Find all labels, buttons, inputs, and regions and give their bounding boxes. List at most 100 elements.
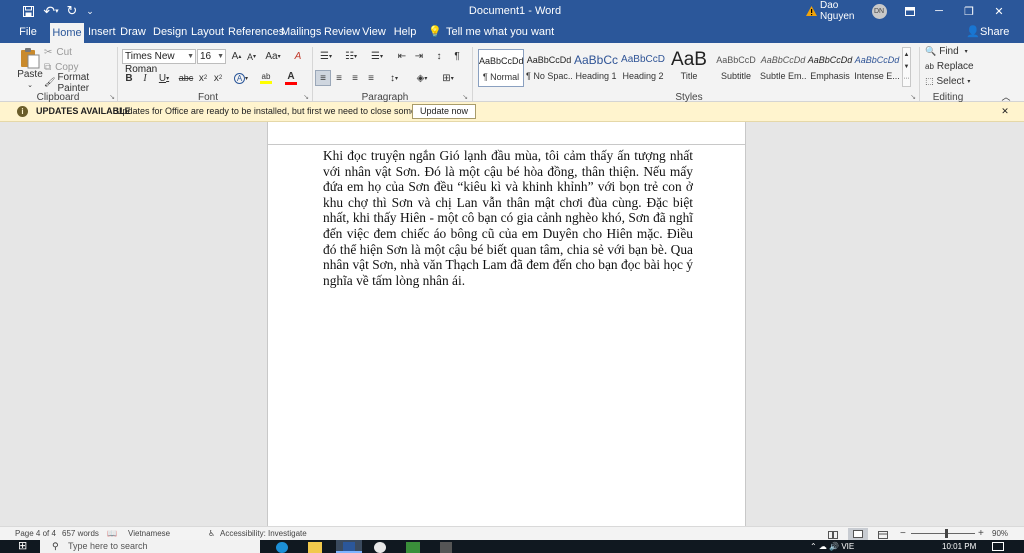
update-now-button[interactable]: Update now [412,104,476,119]
style-intense-emphasis[interactable]: AaBbCcDd Intense E... [854,49,900,87]
page-count[interactable]: Page 4 of 4 [15,527,56,541]
read-mode-icon[interactable] [828,530,838,539]
styles-dialog-launcher[interactable]: ↘ [909,93,917,101]
shrink-font-button[interactable]: A ▾ [245,49,258,64]
italic-button[interactable]: I [139,71,151,85]
clear-formatting-button[interactable]: A [290,49,306,64]
tab-mailings[interactable]: Mailings [281,22,321,43]
zoom-in-button[interactable]: + [978,527,984,541]
sort-button[interactable]: ↕ [432,49,446,63]
proofing-icon[interactable]: 📖 [107,527,117,541]
superscript-button[interactable]: x2 [211,71,225,85]
font-name-combo[interactable]: Times New Roman ▼ [122,49,196,75]
ribbon-display-options-button[interactable] [900,0,920,22]
tab-view[interactable]: View [362,22,386,43]
system-tray[interactable]: ⌃ ☁ 🔊 VIE [810,540,854,553]
style-no-spacing[interactable]: AaBbCcDd ¶ No Spac... [526,49,572,87]
justify-button[interactable]: ≡ [364,71,378,85]
clipboard-dialog-launcher[interactable]: ↘ [108,93,116,101]
underline-button[interactable]: U ▾ [155,71,173,85]
zoom-out-button[interactable]: − [900,527,906,541]
shading-button[interactable]: ◈ ▾ [412,71,432,85]
tab-review[interactable]: Review [324,22,360,43]
save-button[interactable] [20,0,36,22]
style-heading-2[interactable]: AaBbCcD Heading 2 [620,49,666,87]
tab-layout[interactable]: Layout [191,22,224,43]
word-taskbar-icon[interactable] [336,540,362,553]
undo-button[interactable]: ↶ ▾ [40,0,62,22]
start-button[interactable]: ⊞ [18,540,27,553]
style-heading-1[interactable]: AaBbCc Heading 1 [573,49,619,87]
change-case-button[interactable]: Aa ▾ [262,49,284,64]
tab-help[interactable]: Help [393,22,417,43]
web-layout-icon[interactable] [878,530,888,539]
align-left-button[interactable]: ≡ [315,70,331,86]
collapse-ribbon-button[interactable]: ︿ [1000,91,1012,102]
chrome-icon[interactable] [406,542,420,553]
redo-button[interactable]: ↻ [65,0,79,22]
tab-references[interactable]: References [228,22,284,43]
subscript-button[interactable]: x2 [196,71,210,85]
paste-dropdown[interactable]: ⌄ [20,81,40,89]
bold-button[interactable]: B [123,71,135,85]
document-body-text[interactable]: Khi đọc truyện ngắn Gió lạnh đầu mùa, tô… [323,148,693,288]
line-spacing-button[interactable]: ↕ ▾ [384,71,404,85]
user-name[interactable]: Dao Nguyen [820,0,870,22]
style-subtle-emphasis[interactable]: AaBbCcDd Subtle Em... [760,49,806,87]
close-button[interactable]: ✕ [988,0,1010,22]
cut-button[interactable]: ✂ Cut [44,46,92,59]
tell-me-search[interactable]: Tell me what you want to do [446,22,556,59]
text-effects-button[interactable]: A ▾ [231,71,251,85]
paragraph-dialog-launcher[interactable]: ↘ [461,93,469,101]
increase-indent-button[interactable]: ⇥ [412,49,426,63]
zoom-slider-thumb[interactable] [944,529,948,538]
style-title[interactable]: AaB Title [667,49,711,87]
maximize-button[interactable]: ❐ [958,0,980,22]
style-subtitle[interactable]: AaBbCcD Subtitle [713,49,759,87]
decrease-indent-button[interactable]: ⇤ [395,49,409,63]
document-page[interactable]: Khi đọc truyện ngắn Gió lạnh đầu mùa, tô… [267,122,746,526]
replace-button[interactable]: ab Replace [925,60,985,73]
edge-icon[interactable] [276,542,288,553]
select-button[interactable]: ⬚ Select ▾ [925,75,985,88]
strikethrough-button[interactable]: abc [178,71,194,85]
font-color-button[interactable]: A [280,71,302,85]
tab-draw[interactable]: Draw [120,22,146,43]
font-dialog-launcher[interactable]: ↘ [302,93,310,101]
print-layout-icon[interactable] [848,528,868,540]
style-emphasis[interactable]: AaBbCcDd Emphasis [807,49,853,87]
calculator-icon[interactable] [440,542,452,553]
clock[interactable]: 10:01 PM [942,540,976,553]
taskbar-search-box[interactable]: ⚲ Type here to search [40,540,260,553]
paste-button[interactable]: Paste [16,45,44,81]
tab-file[interactable]: File [12,22,44,43]
warning-icon[interactable] [804,0,818,22]
multilevel-list-button[interactable]: ☰ ▾ [367,49,387,63]
customize-qat-button[interactable]: ⌄ [85,0,95,22]
show-formatting-button[interactable]: ¶ [450,49,464,63]
zoom-slider[interactable] [911,529,975,538]
grow-font-button[interactable]: A ▴ [230,49,243,64]
find-button[interactable]: 🔍 Find ▾ [925,45,985,58]
avatar[interactable]: DN [871,0,887,22]
minimize-button[interactable]: ─ [928,0,950,22]
close-notification-icon[interactable]: ✕ [999,102,1011,121]
borders-button[interactable]: ⊞ ▾ [437,71,459,85]
tab-insert[interactable]: Insert [88,22,116,43]
numbering-button[interactable]: ☷ ▾ [341,49,361,63]
accessibility-status[interactable]: Accessibility: Investigate [220,527,307,541]
bullets-button[interactable]: ☰ ▾ [316,49,336,63]
word-count[interactable]: 657 words [62,527,99,541]
highlight-color-button[interactable]: ab [255,71,277,85]
tab-home[interactable]: Home [50,23,84,43]
zoom-app-icon[interactable] [374,542,386,553]
styles-gallery-scroll[interactable]: ▲ ▼ ⋯ [902,47,911,87]
style-normal[interactable]: AaBbCcDd ¶ Normal [478,49,524,87]
font-size-combo[interactable]: 16 ▼ [197,49,226,64]
format-painter-button[interactable]: 🖌 Format Painter [44,72,112,94]
align-right-button[interactable]: ≡ [348,71,362,85]
language-status[interactable]: Vietnamese [128,527,170,541]
tab-design[interactable]: Design [153,22,187,43]
center-button[interactable]: ≡ [332,71,346,85]
share-button[interactable]: Share [980,22,1009,43]
